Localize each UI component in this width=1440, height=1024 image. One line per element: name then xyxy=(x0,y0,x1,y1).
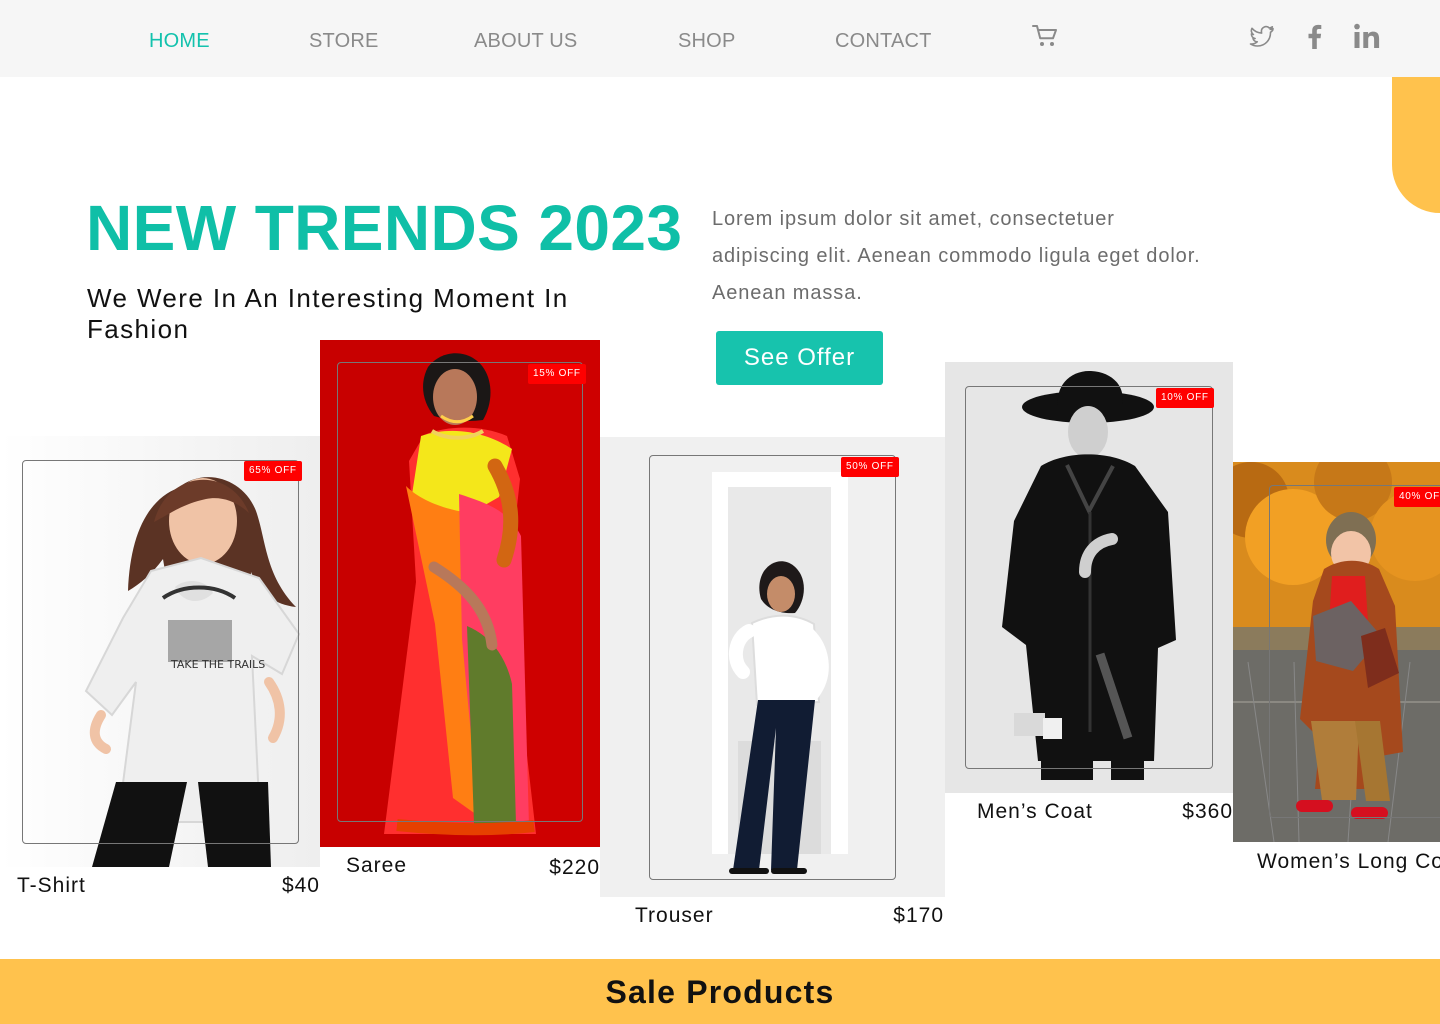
top-navigation: HOME STORE ABOUT US SHOP CONTACT xyxy=(0,0,1440,77)
mens-coat-product-price: $360 xyxy=(1182,800,1233,823)
tshirt-discount-badge: 65% OFF xyxy=(244,461,302,481)
facebook-icon[interactable] xyxy=(1305,23,1323,50)
womens-long-coat-product-name: Women’s Long Coat xyxy=(1257,850,1440,873)
saree-discount-badge: 15% OFF xyxy=(528,364,586,384)
nav-store-link[interactable]: STORE xyxy=(309,28,379,54)
cart-icon[interactable] xyxy=(1032,24,1058,48)
womens-long-coat-product-frame xyxy=(1269,485,1440,818)
tshirt-product-name: T-Shirt xyxy=(17,874,86,897)
mens-coat-product-name: Men’s Coat xyxy=(977,800,1093,823)
nav-shop-link[interactable]: SHOP xyxy=(678,28,735,54)
trouser-discount-badge: 50% OFF xyxy=(841,457,899,477)
decorative-yellow-shape xyxy=(1392,77,1440,213)
tshirt-product-price: $40 xyxy=(281,874,320,897)
linkedin-icon[interactable] xyxy=(1353,23,1380,50)
womens-long-coat-discount-badge: 40% OFF xyxy=(1394,487,1440,507)
saree-product-name: Saree xyxy=(346,854,408,877)
twitter-icon[interactable] xyxy=(1248,24,1276,48)
tshirt-product-frame xyxy=(22,460,299,844)
trouser-product-name: Trouser xyxy=(635,904,714,927)
nav-about-us-link[interactable]: ABOUT US xyxy=(474,28,577,54)
sale-products-title: Sale Products xyxy=(605,974,835,1010)
hero-title: NEW TRENDS 2023 xyxy=(86,192,683,264)
trouser-product-frame xyxy=(649,455,896,880)
see-offer-button[interactable]: See Offer xyxy=(716,331,883,385)
hero-description: Lorem ipsum dolor sit amet, consectetuer… xyxy=(712,208,1201,304)
trouser-product-price: $170 xyxy=(893,904,944,927)
mens-coat-discount-badge: 10% OFF xyxy=(1156,388,1214,408)
hero-subtitle: We Were In An Interesting Moment In Fash… xyxy=(87,283,569,344)
mens-coat-product-frame xyxy=(965,386,1213,769)
sale-products-banner: Sale Products xyxy=(0,959,1440,1024)
nav-home-link[interactable]: HOME xyxy=(149,28,210,54)
saree-product-frame xyxy=(337,362,583,822)
nav-contact-link[interactable]: CONTACT xyxy=(835,28,932,54)
saree-product-price: $220 xyxy=(549,856,600,879)
